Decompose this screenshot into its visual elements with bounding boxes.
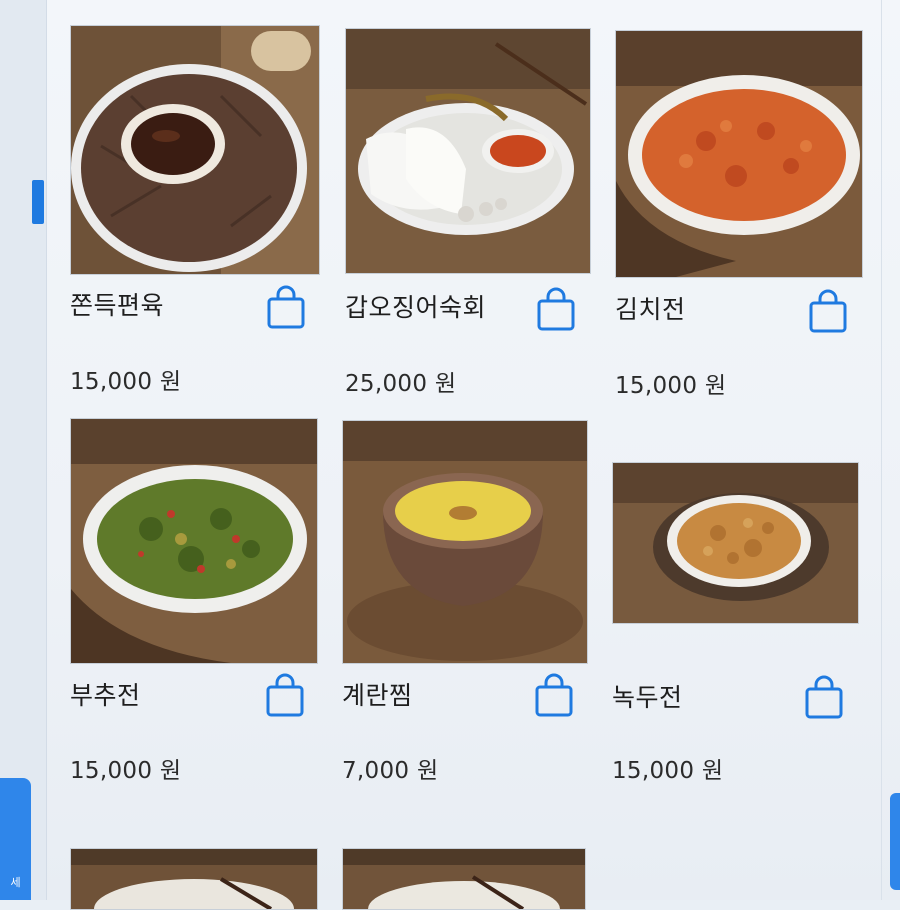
menu-item-photo-partial[interactable] <box>70 848 318 910</box>
shopping-bag-icon[interactable] <box>804 675 844 719</box>
shopping-bag-icon[interactable] <box>534 673 574 717</box>
menu-item-price: 15,000 원 <box>70 369 182 395</box>
menu-item-photo[interactable] <box>345 28 591 274</box>
side-tab-button[interactable]: 세 <box>0 778 31 900</box>
menu-item-photo[interactable] <box>70 25 320 275</box>
menu-item-photo-partial[interactable] <box>342 848 586 910</box>
shopping-bag-icon[interactable] <box>265 673 305 717</box>
menu-item-name: 김치전 <box>615 295 686 324</box>
scroll-indicator[interactable] <box>32 180 44 224</box>
shopping-bag-icon[interactable] <box>266 285 306 329</box>
menu-item-name: 녹두전 <box>612 683 683 712</box>
menu-item-price: 25,000 원 <box>345 371 457 397</box>
menu-item-photo[interactable] <box>612 462 859 624</box>
menu-item-price: 15,000 원 <box>70 758 182 784</box>
shopping-bag-icon[interactable] <box>536 287 576 331</box>
menu-item-name: 계란찜 <box>342 681 413 710</box>
menu-item-name: 쫀득편육 <box>70 291 165 320</box>
menu-item-name: 부추전 <box>70 681 141 710</box>
side-tab-label: 세 <box>10 876 21 889</box>
menu-item-price: 15,000 원 <box>615 373 727 399</box>
menu-item-price: 7,000 원 <box>342 758 439 784</box>
menu-item-photo[interactable] <box>70 418 318 664</box>
menu-item-price: 15,000 원 <box>612 758 724 784</box>
right-side-tab[interactable] <box>890 793 900 890</box>
menu-item-name: 갑오징어숙회 <box>345 293 487 322</box>
menu-screen: 세 쫀득편육 15,000 원 갑오징어숙회 25,000 원 김치전 15,0… <box>0 0 900 910</box>
shopping-bag-icon[interactable] <box>808 289 848 333</box>
panel-divider <box>881 0 882 900</box>
menu-item-photo[interactable] <box>342 420 588 664</box>
menu-item-photo[interactable] <box>615 30 863 278</box>
left-category-bar <box>0 0 47 900</box>
